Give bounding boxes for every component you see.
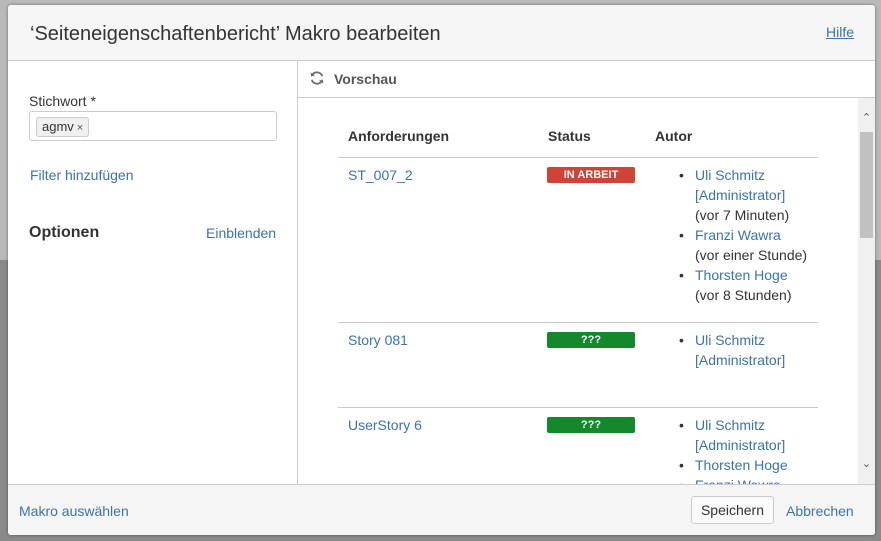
- add-filter-link[interactable]: Filter hinzufügen: [30, 167, 134, 183]
- author-link[interactable]: Uli Schmitz [Administrator]: [695, 165, 858, 205]
- scroll-up-icon[interactable]: ⌃: [858, 112, 875, 124]
- author-list: • Uli Schmitz [Administrator]: [679, 330, 858, 370]
- keyword-field-label: Stichwort *: [29, 93, 96, 109]
- requirement-link[interactable]: UserStory 6: [348, 417, 422, 433]
- show-options-link[interactable]: Einblenden: [206, 225, 276, 241]
- keyword-tag-label: agmv: [42, 119, 74, 134]
- list-item: • Uli Schmitz [Administrator]: [679, 415, 858, 455]
- tag-remove-icon[interactable]: ×: [77, 122, 83, 134]
- author-list: • Uli Schmitz [Administrator] • Thorsten…: [679, 415, 858, 484]
- select-macro-link[interactable]: Makro auswählen: [19, 503, 129, 519]
- author-list: • Uli Schmitz [Administrator] (vor 7 Min…: [679, 165, 858, 305]
- row-divider: [338, 407, 818, 408]
- column-header-requirements: Anforderungen: [348, 128, 450, 144]
- preview-panel: Vorschau Anforderungen Status Autor ST_0…: [298, 61, 875, 484]
- scroll-down-icon[interactable]: ⌄: [858, 458, 875, 470]
- list-item: • Thorsten Hoge (vor 8 Stunden): [679, 265, 858, 305]
- save-button[interactable]: Speichern: [691, 496, 774, 524]
- keyword-input[interactable]: agmv ×: [29, 111, 277, 141]
- author-time: (vor einer Stunde): [695, 247, 808, 263]
- cancel-link[interactable]: Abbrechen: [786, 503, 854, 519]
- help-link[interactable]: Hilfe: [826, 24, 854, 40]
- dialog-footer: Makro auswählen Speichern Abbrechen: [8, 484, 875, 535]
- author-time: (vor 7 Minuten): [695, 207, 790, 223]
- dialog-title: ‘Seiteneigenschaftenbericht’ Makro bearb…: [30, 23, 441, 45]
- preview-scrollbar[interactable]: ⌃ ⌄: [858, 98, 875, 484]
- refresh-icon[interactable]: [309, 70, 325, 86]
- preview-content: Anforderungen Status Autor ST_007_2 IN A…: [298, 98, 858, 484]
- list-item: • Franzi Wawra (vor einer Stunde): [679, 225, 858, 265]
- dialog-header: ‘Seiteneigenschaftenbericht’ Makro bearb…: [8, 5, 875, 61]
- author-link[interactable]: Thorsten Hoge: [695, 455, 858, 475]
- author-link[interactable]: Franzi Wawra: [695, 475, 858, 484]
- requirement-link[interactable]: Story 081: [348, 332, 408, 348]
- status-badge: ???: [547, 417, 635, 433]
- column-header-status: Status: [548, 128, 591, 144]
- author-link[interactable]: Uli Schmitz [Administrator]: [695, 330, 858, 370]
- list-item: • Uli Schmitz [Administrator] (vor 7 Min…: [679, 165, 858, 225]
- author-link[interactable]: Franzi Wawra: [695, 225, 858, 245]
- author-link[interactable]: Thorsten Hoge: [695, 265, 858, 285]
- row-divider: [338, 322, 818, 323]
- status-badge: ???: [547, 332, 635, 348]
- macro-parameters-panel: Stichwort * agmv × Filter hinzufügen Opti…: [8, 61, 298, 484]
- author-link[interactable]: Uli Schmitz [Administrator]: [695, 415, 858, 455]
- preview-label: Vorschau: [334, 71, 397, 87]
- header-divider: [338, 157, 818, 158]
- requirement-link[interactable]: ST_007_2: [348, 167, 413, 183]
- macro-edit-dialog: ‘Seiteneigenschaftenbericht’ Makro bearb…: [8, 5, 875, 535]
- list-item: • Franzi Wawra: [679, 475, 858, 484]
- preview-bar: Vorschau: [298, 61, 875, 98]
- list-item: • Thorsten Hoge: [679, 455, 858, 475]
- options-heading: Optionen: [29, 224, 100, 241]
- scrollbar-thumb[interactable]: [860, 132, 873, 238]
- status-badge: IN ARBEIT: [547, 167, 635, 183]
- list-item: • Uli Schmitz [Administrator]: [679, 330, 858, 370]
- author-time: (vor 8 Stunden): [695, 287, 792, 303]
- column-header-author: Autor: [655, 128, 693, 144]
- keyword-tag: agmv ×: [36, 117, 90, 137]
